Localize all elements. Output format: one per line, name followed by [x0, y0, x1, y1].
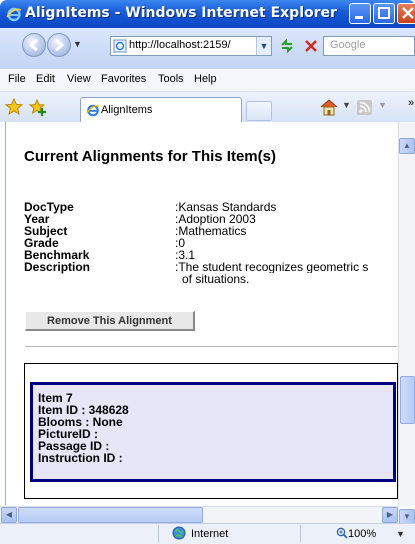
menu-edit[interactable]: Edit: [36, 73, 55, 85]
forward-button[interactable]: [47, 33, 71, 57]
status-divider: [158, 525, 159, 542]
page-title: Current Alignments for This Item(s): [24, 148, 276, 165]
zoom-icon[interactable]: [336, 527, 348, 539]
menu-tools[interactable]: Tools: [158, 73, 184, 85]
item-instruction-id: Instruction ID :: [38, 451, 123, 465]
address-input[interactable]: http://localhost:2159/: [129, 39, 253, 51]
window-title: AlignItems - Windows Internet Explorer: [25, 5, 337, 21]
horizontal-scroll-thumb[interactable]: [18, 507, 203, 523]
vertical-scrollbar[interactable]: [398, 122, 415, 506]
ie-logo-icon: [6, 7, 22, 22]
maximize-button[interactable]: [373, 3, 395, 24]
vertical-scroll-thumb[interactable]: [400, 376, 415, 424]
forward-arrow-icon: [55, 38, 65, 52]
back-button[interactable]: [22, 33, 46, 57]
scroll-up-button[interactable]: ▲: [399, 138, 415, 154]
menu-help[interactable]: Help: [194, 73, 217, 85]
stop-icon[interactable]: [302, 37, 320, 55]
zoom-level[interactable]: 100%: [348, 528, 376, 540]
feeds-dropdown[interactable]: ▼: [378, 100, 387, 110]
back-arrow-icon: [28, 38, 38, 52]
feeds-icon[interactable]: [356, 99, 373, 116]
maximize-icon: [378, 7, 390, 19]
scroll-left-button[interactable]: ◀: [1, 507, 17, 523]
security-zone-label: Internet: [191, 528, 229, 540]
field-value-subject: :Mathematics: [175, 224, 247, 238]
globe-icon: [172, 526, 186, 540]
home-dropdown[interactable]: ▼: [342, 100, 351, 110]
scroll-right-button[interactable]: ▶: [382, 507, 398, 523]
recent-pages-dropdown[interactable]: ▼: [73, 39, 82, 49]
favorites-star-icon[interactable]: [4, 97, 24, 117]
add-favorite-icon[interactable]: [28, 97, 48, 117]
ie-logo-icon: [86, 104, 100, 117]
address-dropdown[interactable]: ▼: [256, 37, 271, 55]
home-icon[interactable]: [318, 97, 340, 117]
remove-alignment-button[interactable]: Remove This Alignment: [25, 311, 195, 331]
status-divider: [300, 525, 301, 542]
zoom-dropdown[interactable]: ▼: [396, 529, 405, 539]
tab-label: AlignItems: [101, 104, 153, 116]
menu-view[interactable]: View: [67, 73, 91, 85]
search-input[interactable]: Google: [330, 39, 365, 51]
toolbar-overflow-chevron-icon[interactable]: »: [408, 97, 414, 109]
menu-file[interactable]: File: [8, 73, 26, 85]
minimize-icon: [355, 16, 363, 19]
new-tab-button[interactable]: [246, 101, 272, 121]
field-label-description: Description: [24, 260, 91, 274]
field-value-description-continuation: of situations.: [182, 272, 250, 286]
refresh-icon[interactable]: [278, 37, 296, 55]
close-button[interactable]: [397, 3, 415, 24]
page-icon: [113, 39, 127, 53]
field-value-benchmark: :3.1: [175, 248, 196, 262]
menu-favorites[interactable]: Favorites: [101, 73, 146, 85]
close-icon: [402, 7, 414, 19]
minimize-button[interactable]: [349, 3, 371, 24]
divider: [25, 346, 397, 347]
